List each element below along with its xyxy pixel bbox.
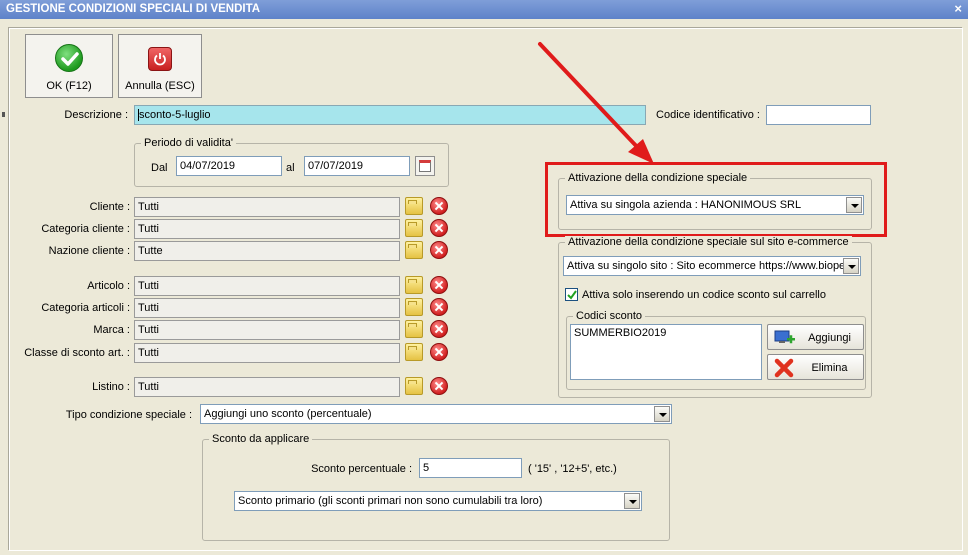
ecommerce-site-select[interactable]: Attiva su singolo sito : Sito ecommerce … bbox=[563, 256, 861, 276]
cancel-button-label: Annulla (ESC) bbox=[125, 80, 195, 92]
listino-delete-icon[interactable] bbox=[430, 377, 448, 395]
sconto-percentuale-input[interactable]: 5 bbox=[419, 458, 522, 478]
sconto-hint: ( '15' , '12+5', etc.) bbox=[528, 463, 617, 475]
nazione-cliente-label: Nazione cliente : bbox=[48, 245, 130, 257]
left-marker bbox=[2, 112, 5, 117]
elimina-button[interactable]: Elimina bbox=[767, 354, 864, 380]
checkmark-icon bbox=[55, 44, 83, 72]
attivazione-select[interactable]: Attiva su singola azienda : HANONIMOUS S… bbox=[566, 195, 864, 215]
ok-button-label: OK (F12) bbox=[46, 80, 92, 92]
codice-label: Codice identificativo : bbox=[656, 109, 760, 121]
tipo-condizione-select[interactable]: Aggiungi uno sconto (percentuale) bbox=[200, 404, 672, 424]
tipo-condizione-label: Tipo condizione speciale : bbox=[65, 409, 192, 421]
classe-sconto-folder-icon[interactable] bbox=[405, 343, 423, 361]
descrizione-input[interactable]: sconto-5-luglio bbox=[134, 105, 646, 125]
ok-button[interactable]: OK (F12) bbox=[25, 34, 113, 98]
al-label: al bbox=[286, 162, 295, 174]
categoria-cliente-folder-icon[interactable] bbox=[405, 219, 423, 237]
categoria-articoli-label: Categoria articoli : bbox=[41, 302, 130, 314]
attivazione-title: Attivazione della condizione speciale bbox=[565, 172, 751, 185]
marca-label: Marca : bbox=[93, 324, 130, 336]
sconto-group-title: Sconto da applicare bbox=[209, 433, 313, 446]
codice-sconto-checkbox[interactable] bbox=[565, 288, 578, 301]
classe-sconto-delete-icon[interactable] bbox=[430, 343, 448, 361]
sconto-percentuale-label: Sconto percentuale : bbox=[311, 463, 412, 475]
chevron-down-icon[interactable] bbox=[843, 258, 859, 274]
periodo-title: Periodo di validita' bbox=[141, 137, 236, 150]
list-item[interactable]: SUMMERBIO2019 bbox=[574, 327, 758, 339]
marca-delete-icon[interactable] bbox=[430, 320, 448, 338]
nazione-cliente-folder-icon[interactable] bbox=[405, 241, 423, 259]
codici-sconto-list[interactable]: SUMMERBIO2019 bbox=[570, 324, 762, 380]
chevron-down-icon[interactable] bbox=[846, 197, 862, 213]
classe-sconto-label: Classe di sconto art. : bbox=[24, 347, 130, 359]
classe-sconto-field[interactable]: Tutti bbox=[134, 343, 400, 363]
add-monitor-icon bbox=[774, 330, 795, 344]
close-icon[interactable]: × bbox=[954, 0, 962, 18]
categoria-articoli-delete-icon[interactable] bbox=[430, 298, 448, 316]
dal-label: Dal bbox=[151, 162, 168, 174]
listino-folder-icon[interactable] bbox=[405, 377, 423, 395]
articolo-field[interactable]: Tutti bbox=[134, 276, 400, 296]
calendar-button[interactable] bbox=[415, 156, 435, 176]
listino-field[interactable]: Tutti bbox=[134, 377, 400, 397]
cliente-field[interactable]: Tutti bbox=[134, 197, 400, 217]
categoria-cliente-label: Categoria cliente : bbox=[41, 223, 130, 235]
elimina-label: Elimina bbox=[811, 362, 848, 374]
aggiungi-button[interactable]: Aggiungi bbox=[767, 324, 864, 350]
articolo-delete-icon[interactable] bbox=[430, 276, 448, 294]
cancel-button[interactable]: Annulla (ESC) bbox=[118, 34, 202, 98]
ecommerce-title: Attivazione della condizione speciale su… bbox=[565, 236, 852, 249]
chevron-down-icon[interactable] bbox=[624, 493, 640, 509]
tipo-sconto-value: Sconto primario (gli sconti primari non … bbox=[238, 495, 543, 507]
nazione-cliente-delete-icon[interactable] bbox=[430, 241, 448, 259]
categoria-articoli-field[interactable]: Tutti bbox=[134, 298, 400, 318]
cliente-folder-icon[interactable] bbox=[405, 197, 423, 215]
tipo-sconto-select[interactable]: Sconto primario (gli sconti primari non … bbox=[234, 491, 642, 511]
window-title: GESTIONE CONDIZIONI SPECIALI DI VENDITA bbox=[6, 3, 261, 15]
calendar-icon bbox=[419, 160, 431, 172]
descrizione-value: sconto-5-luglio bbox=[139, 109, 211, 121]
nazione-cliente-field[interactable]: Tutte bbox=[134, 241, 400, 261]
marca-folder-icon[interactable] bbox=[405, 320, 423, 338]
listino-label: Listino : bbox=[92, 381, 130, 393]
ecommerce-site-value: Attiva su singolo sito : Sito ecommerce … bbox=[567, 260, 846, 272]
aggiungi-label: Aggiungi bbox=[808, 332, 851, 344]
categoria-articoli-folder-icon[interactable] bbox=[405, 298, 423, 316]
tipo-condizione-value: Aggiungi uno sconto (percentuale) bbox=[204, 408, 372, 420]
dal-date-input[interactable]: 04/07/2019 bbox=[176, 156, 282, 176]
categoria-cliente-field[interactable]: Tutti bbox=[134, 219, 400, 239]
codice-sconto-checkbox-label: Attiva solo inserendo un codice sconto s… bbox=[582, 289, 826, 301]
delete-x-icon bbox=[774, 358, 794, 378]
codici-sconto-title: Codici sconto bbox=[573, 310, 646, 323]
attivazione-value: Attiva su singola azienda : HANONIMOUS S… bbox=[570, 199, 802, 211]
chevron-down-icon[interactable] bbox=[654, 406, 670, 422]
power-icon bbox=[148, 47, 172, 71]
articolo-label: Articolo : bbox=[87, 280, 130, 292]
cliente-label: Cliente : bbox=[89, 201, 130, 213]
marca-field[interactable]: Tutti bbox=[134, 320, 400, 340]
codice-input[interactable] bbox=[766, 105, 871, 125]
window-title-bar: GESTIONE CONDIZIONI SPECIALI DI VENDITA … bbox=[0, 0, 968, 19]
descrizione-label: Descrizione : bbox=[64, 109, 128, 121]
articolo-folder-icon[interactable] bbox=[405, 276, 423, 294]
categoria-cliente-delete-icon[interactable] bbox=[430, 219, 448, 237]
sconto-group: Sconto da applicare bbox=[202, 433, 670, 541]
cliente-delete-icon[interactable] bbox=[430, 197, 448, 215]
al-date-input[interactable]: 07/07/2019 bbox=[304, 156, 410, 176]
